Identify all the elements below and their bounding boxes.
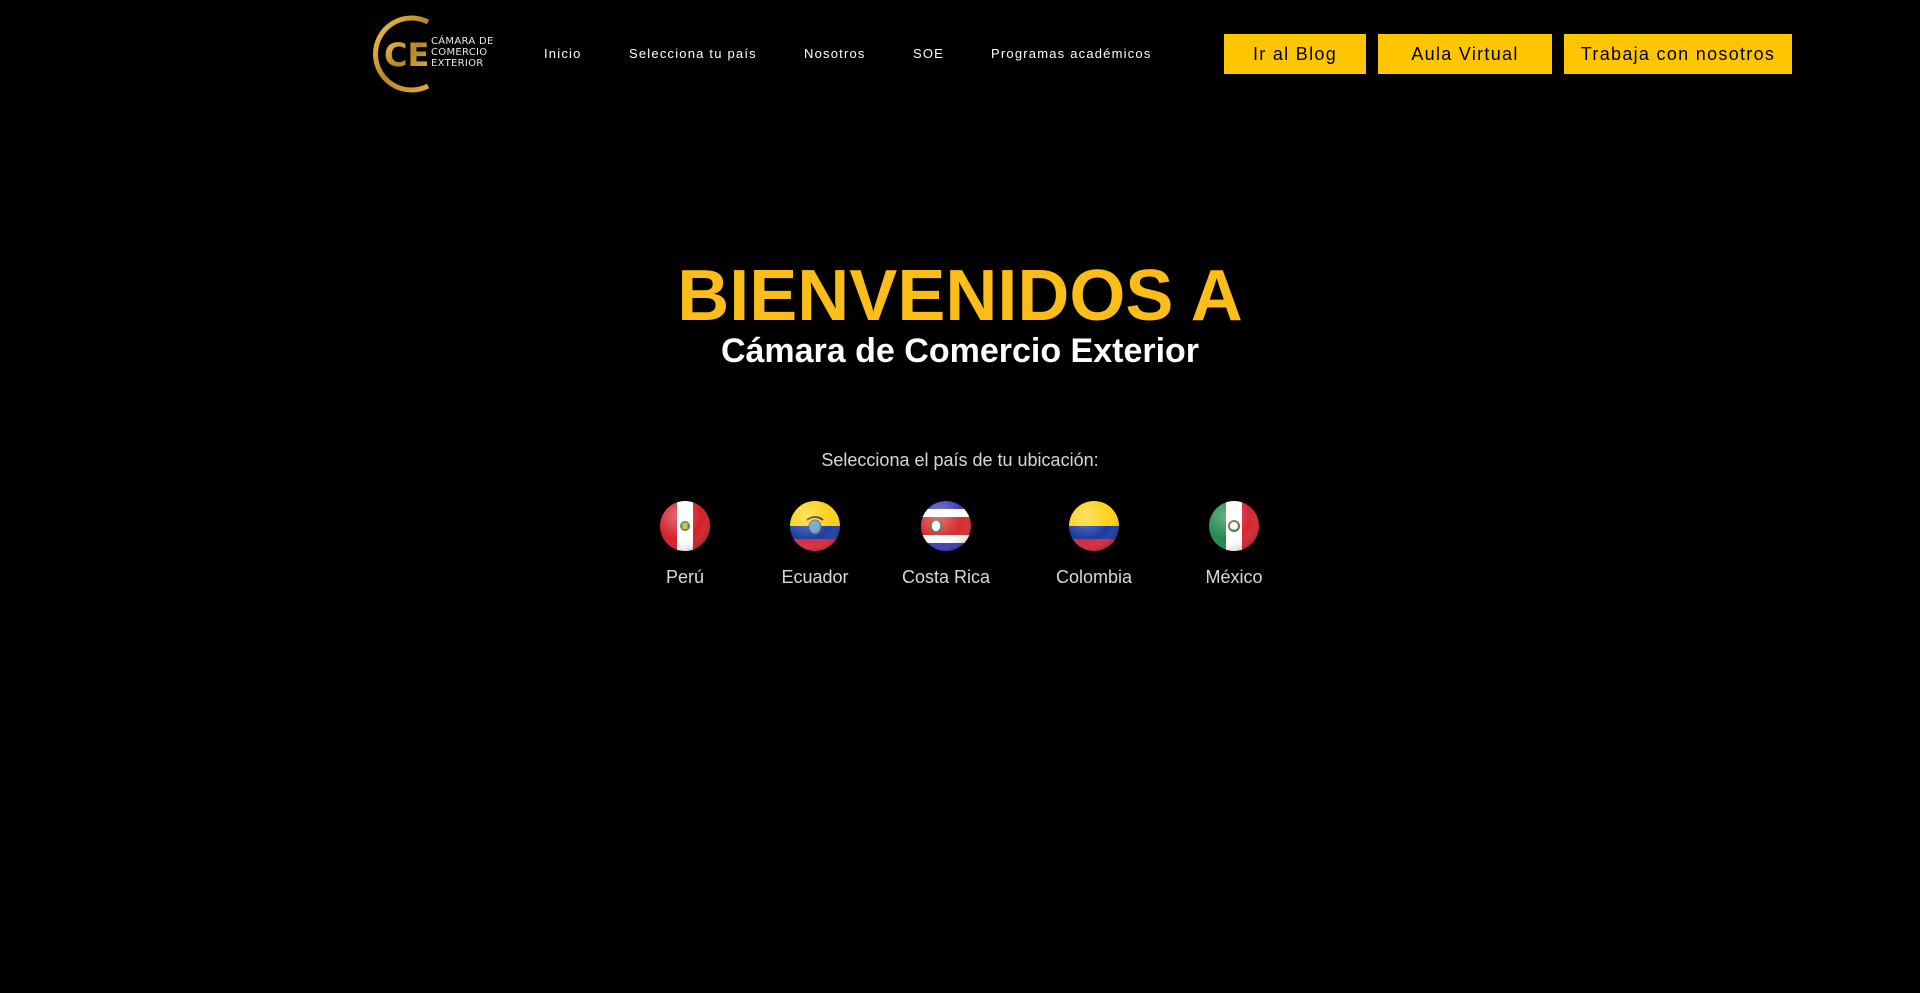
- peru-flag-icon: [660, 501, 710, 551]
- country-option-ecuador[interactable]: Ecuador: [755, 500, 875, 588]
- country-option-colombia[interactable]: Colombia: [1034, 500, 1154, 588]
- hero-title: BIENVENIDOS A: [677, 256, 1243, 336]
- blog-button[interactable]: Ir al Blog: [1224, 34, 1366, 74]
- country-option-mexico[interactable]: México: [1174, 500, 1294, 588]
- mexico-flag-icon: [1209, 501, 1259, 551]
- country-name: Perú: [665, 567, 705, 587]
- logo-text-line: COMERCIO: [431, 47, 488, 58]
- nav-item-soe[interactable]: SOE: [913, 46, 944, 61]
- page: CE CÁMARA DE COMERCIO EXTERIOR Inicio Se…: [0, 0, 1920, 993]
- nav-item-nosotros[interactable]: Nosotros: [804, 46, 866, 61]
- logo-text: CÁMARA DE COMERCIO EXTERIOR: [431, 36, 494, 69]
- country-name: Ecuador: [781, 567, 849, 587]
- country-name: México: [1205, 567, 1263, 587]
- svg-text:CE: CE: [384, 36, 429, 74]
- aula-virtual-button[interactable]: Aula Virtual: [1378, 34, 1552, 74]
- hero-subtitle: Cámara de Comercio Exterior: [720, 332, 1200, 370]
- country-option-peru[interactable]: Perú: [625, 500, 745, 588]
- nav-item-inicio[interactable]: Inicio: [544, 46, 582, 61]
- ecuador-flag-icon: [790, 501, 840, 551]
- logo-text-line: EXTERIOR: [431, 58, 484, 69]
- country-name: Colombia: [1055, 567, 1133, 587]
- costa-rica-flag-icon: [921, 501, 971, 551]
- trabaja-con-nosotros-button[interactable]: Trabaja con nosotros: [1564, 34, 1792, 74]
- logo-text-line: CÁMARA DE: [431, 36, 494, 47]
- nav-item-programas-academicos[interactable]: Programas académicos: [991, 46, 1152, 61]
- country-select-label: Selecciona el país de tu ubicación:: [821, 450, 1099, 470]
- colombia-flag-icon: [1069, 501, 1119, 551]
- country-option-costa-rica[interactable]: Costa Rica: [886, 500, 1006, 588]
- nav-item-selecciona-tu-pais[interactable]: Selecciona tu país: [629, 46, 757, 61]
- country-name: Costa Rica: [901, 567, 991, 587]
